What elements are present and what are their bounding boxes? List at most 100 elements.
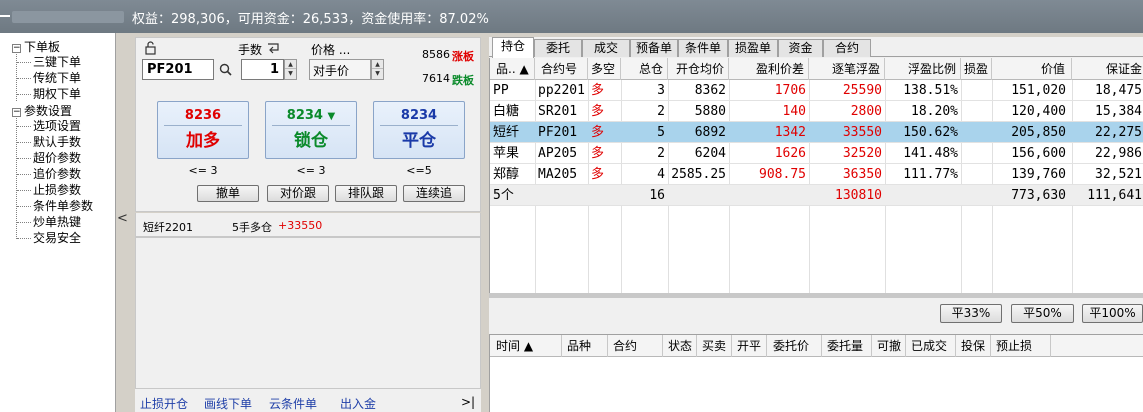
table-row[interactable]: 苹果 AP205 多 2 6204 1626 32520 141.48% 156… [490,143,1143,164]
col-value[interactable]: 价值 [992,58,1072,80]
tab-trades[interactable]: 成交 [582,39,630,57]
tree-item-three-key-order[interactable]: 三键下单 [33,55,81,70]
cell-margin: 22,275 [1095,125,1142,140]
top-status-bar: 权益：298,306，可用资金：26,533，资金使用率：87.02% [0,0,1143,33]
tab-orders[interactable]: 委托 [534,39,582,57]
cell-total: 3 [657,83,665,98]
continuous-chase-button[interactable]: 连续追 [403,185,465,202]
cell-stop-profit [961,101,992,122]
collapse-panel-arrow-icon[interactable]: < [117,211,128,226]
account-status-text: 权益：298,306，可用资金：26,533，资金使用率：87.02% [132,12,489,27]
qty-input[interactable] [241,59,284,80]
col-order-price[interactable]: 委托价 [767,335,822,357]
cell-total: 2 [657,104,665,119]
col-direction[interactable]: 多空 [588,58,621,80]
table-row[interactable]: 白糖 SR201 多 2 5880 140 2800 18.20% 120,40… [490,101,1143,122]
cell-value: 151,020 [1011,83,1066,98]
tab-funds[interactable]: 资金 [778,39,823,57]
tree-item-default-lots[interactable]: 默认手数 [33,135,81,150]
qty-label: 手数 [238,43,263,57]
cell-avg-price: 5880 [694,104,726,119]
info-contract-name: 短纤2201 [143,221,193,234]
queue-follow-button[interactable]: 排队跟 [335,185,397,202]
col-contract[interactable]: 合约号 [535,58,588,80]
close-100-button[interactable]: 平100% [1082,304,1143,323]
search-icon[interactable] [219,63,232,76]
close-33-button[interactable]: 平33% [940,304,1002,323]
col-buy-sell[interactable]: 买卖 [697,335,732,357]
tree-item-trading-security[interactable]: 交易安全 [33,231,81,246]
col-margin[interactable]: 保证金 [1072,58,1143,80]
tree-item-overprice-params[interactable]: 超价参数 [33,151,81,166]
tree-item-stoploss-params[interactable]: 止损参数 [33,183,81,198]
lock-position-button[interactable]: 8234 ▼ 锁仓 [265,101,357,159]
link-deposit-withdraw[interactable]: 出入金 [340,395,376,412]
col-variety[interactable]: 品种 [562,335,608,357]
col-status[interactable]: 状态 [663,335,697,357]
horizontal-scrollbar[interactable] [489,293,1143,298]
col-open-close[interactable]: 开平 [732,335,767,357]
link-stoploss-open[interactable]: 止损开仓 [140,395,188,412]
price-label[interactable]: 价格 ... [311,41,350,58]
col-time[interactable]: 时间 ▲ [490,335,562,357]
table-row-selected[interactable]: 短纤 PF201 多 5 6892 1342 33550 150.62% 205… [490,122,1143,143]
title-dash [0,15,10,17]
price-stepper[interactable]: ▲ ▼ [371,59,384,80]
cell-spread: 908.75 [759,167,806,182]
col-order-contract[interactable]: 合约 [608,335,663,357]
cell-direction: 多 [591,104,605,119]
close-position-button[interactable]: 8234 平仓 [373,101,465,159]
collapse-box-icon[interactable]: − [12,108,21,117]
cancel-order-button[interactable]: 撤单 [197,185,259,202]
link-line-order[interactable]: 画线下单 [204,395,252,412]
cell-contract: PF201 [538,125,578,140]
qty-stepper[interactable]: ▲ ▼ [284,59,297,80]
counter-price-follow-button[interactable]: 对价跟 [267,185,329,202]
cell-margin: 15,384 [1095,104,1142,119]
col-cancelable[interactable]: 可撤 [872,335,906,357]
contract-code-input[interactable] [142,59,214,80]
col-profit-spread[interactable]: 盈利价差 [729,58,809,80]
tab-preorders[interactable]: 预备单 [630,39,678,57]
table-row[interactable]: PP pp2201 多 3 8362 1706 25590 138.51% 15… [490,80,1143,101]
col-float-ratio[interactable]: 浮盈比例 [885,58,961,80]
cell-spread: 140 [782,104,806,119]
close-50-button[interactable]: 平50% [1011,304,1074,323]
tree-item-conditional-params[interactable]: 条件单参数 [33,199,93,214]
col-stop-profit[interactable]: 损盈 [961,58,992,80]
tab-conditional[interactable]: 条件单 [678,39,728,57]
col-total-position[interactable]: 总仓 [621,58,668,80]
table-row[interactable]: 郑醇 MA205 多 4 2585.25 908.75 36350 111.77… [490,164,1143,185]
tree-item-traditional-order[interactable]: 传统下单 [33,71,81,86]
tree-item-options-settings[interactable]: 选项设置 [33,119,81,134]
tab-stop-profit[interactable]: 损盈单 [728,39,778,57]
col-hedge[interactable]: 投保 [956,335,991,357]
price-type-select[interactable]: 对手价 [309,59,371,80]
total-count: 5个 [493,188,514,203]
col-avg-open-price[interactable]: 开仓均价 [668,58,729,80]
cell-float-ratio: 138.51% [903,83,958,98]
link-cloud-conditional[interactable]: 云条件单 [269,395,317,412]
cell-float-profit: 36350 [842,167,882,182]
tree-item-options-order[interactable]: 期权下单 [33,87,81,102]
unlock-icon[interactable] [144,41,158,55]
scroll-end-icon[interactable]: >| [461,395,475,409]
tree-item-scalping-hotkeys[interactable]: 炒单热键 [33,215,81,230]
col-filled[interactable]: 已成交 [906,335,956,357]
enter-icon[interactable] [267,42,281,54]
tab-positions[interactable]: 持仓 [492,37,534,58]
collapse-box-icon[interactable]: − [12,44,21,53]
close-position-price: 8234 [380,106,458,126]
tree-group-order-board[interactable]: − 下单板 [12,40,60,55]
col-pre-stoploss[interactable]: 预止损 [991,335,1051,357]
cell-product: PP [493,83,509,98]
col-product[interactable]: 品.. ▲ [490,58,535,80]
col-float-profit[interactable]: 逐笔浮盈 [809,58,885,80]
tree-item-chase-params[interactable]: 追价参数 [33,167,81,182]
tree-group-parameter-settings[interactable]: − 参数设置 [12,104,72,119]
open-long-button[interactable]: 8236 加多 [157,101,249,159]
col-order-qty[interactable]: 委托量 [822,335,872,357]
tab-contracts[interactable]: 合约 [823,39,871,57]
cell-contract: AP205 [538,146,578,161]
cell-margin: 32,521 [1095,167,1142,182]
